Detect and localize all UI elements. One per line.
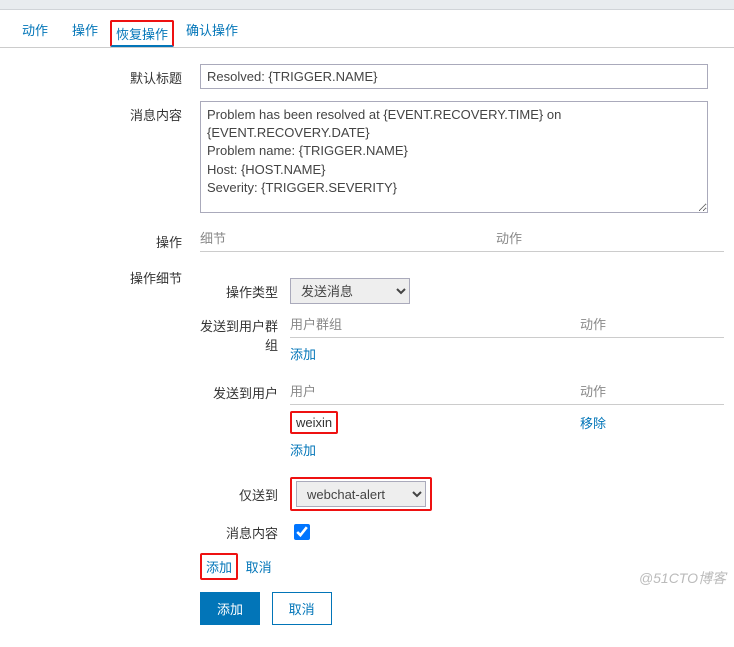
user-row: weixin 移除 [290,411,724,434]
op-type-select[interactable]: 发送消息 [290,278,410,304]
window-topbar [0,0,734,10]
detail-message-label: 消息内容 [200,523,290,542]
users-col-action: 动作 [580,381,724,400]
detail-cancel-link[interactable]: 取消 [246,560,272,575]
tab-action[interactable]: 动作 [10,12,60,47]
detail-add-link[interactable]: 添加 [206,560,232,575]
send-to-users-label: 发送到用户 [200,381,290,402]
cancel-button[interactable]: 取消 [272,592,332,625]
send-to-groups-label: 发送到用户群组 [200,314,290,354]
operations-label: 操作 [10,228,200,251]
only-to-label: 仅送到 [200,485,290,504]
op-detail-label: 操作细节 [10,264,200,287]
groups-add-link[interactable]: 添加 [290,347,316,362]
users-col-user: 用户 [290,381,580,400]
default-subject-label: 默认标题 [10,64,200,87]
groups-col-group: 用户群组 [290,314,580,333]
ops-col-action: 动作 [496,228,522,247]
users-add-link[interactable]: 添加 [290,443,316,458]
form-body: 默认标题 消息内容 Problem has been resolved at {… [0,48,734,647]
user-name: weixin [290,411,338,434]
tabs-bar: 动作 操作 恢复操作 确认操作 [0,10,734,48]
only-to-select[interactable]: webchat-alert [296,481,426,507]
default-subject-input[interactable] [200,64,708,89]
tab-recovery-operation[interactable]: 恢复操作 [110,20,174,47]
tab-operation[interactable]: 操作 [60,12,110,47]
tab-confirm-operation[interactable]: 确认操作 [174,12,250,47]
user-remove-link[interactable]: 移除 [580,413,606,432]
message-textarea[interactable]: Problem has been resolved at {EVENT.RECO… [200,101,708,213]
message-label: 消息内容 [10,101,200,124]
groups-col-action: 动作 [580,314,724,333]
op-type-label: 操作类型 [200,282,290,301]
add-button[interactable]: 添加 [200,592,260,625]
ops-col-detail: 细节 [200,228,226,247]
detail-message-checkbox[interactable] [294,524,310,540]
